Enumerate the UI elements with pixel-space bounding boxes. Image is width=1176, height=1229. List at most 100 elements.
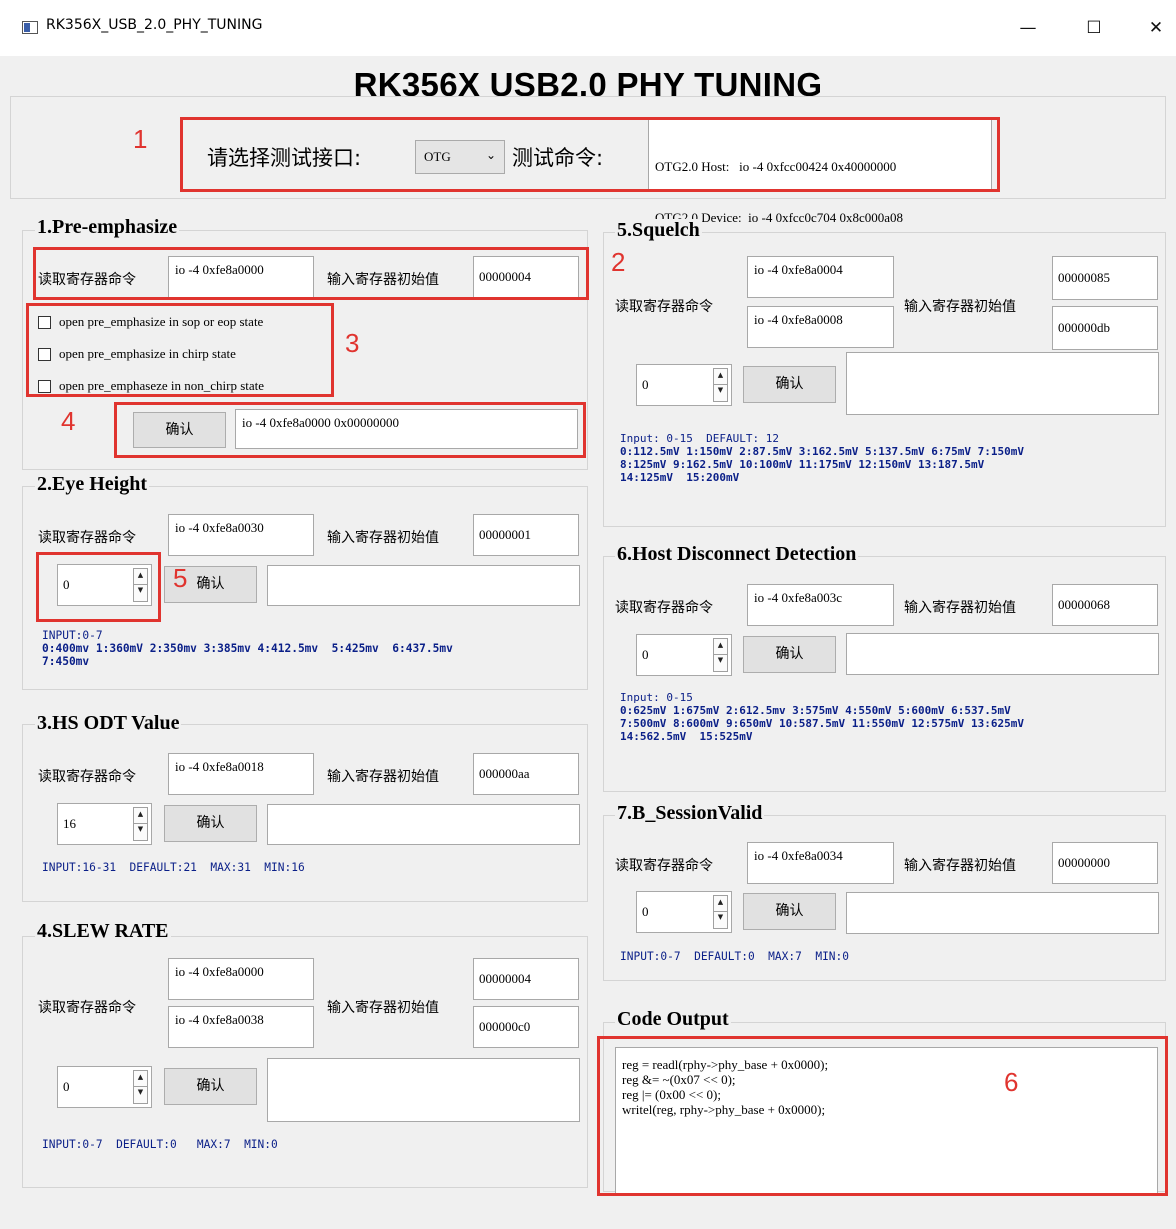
host-disconnect-init-value-field[interactable]: 00000068 bbox=[1052, 584, 1158, 626]
arrow-up-icon[interactable]: ▲ bbox=[134, 808, 147, 824]
test-command-device: OTG2.0 Device: io -4 0xfcc0c704 0x8c000a… bbox=[655, 210, 904, 225]
spinbox-arrows[interactable]: ▲ ▼ bbox=[133, 807, 148, 841]
read-cmd-label: 读取寄存器命令 bbox=[38, 1000, 136, 1016]
b-session-confirm-button[interactable]: 确认 bbox=[743, 893, 836, 930]
slew-rate-hint: INPUT:0-7 DEFAULT:0 MAX:7 MIN:0 bbox=[42, 1138, 278, 1151]
annotation-box-1 bbox=[180, 117, 1000, 192]
hint-line: 14:125mV 15:200mV bbox=[620, 471, 740, 484]
spinbox-value: 0 bbox=[642, 904, 649, 919]
init-value-label: 输入寄存器初始值 bbox=[327, 1000, 439, 1016]
eye-height-hint: INPUT:0-7 0:400mv 1:360mV 2:350mv 3:385mv… bbox=[42, 629, 453, 668]
b-session-output-field[interactable] bbox=[846, 892, 1159, 934]
annotation-number-5: 5 bbox=[173, 563, 188, 593]
squelch-title: 5.Squelch bbox=[615, 219, 702, 242]
annotation-box-5 bbox=[36, 552, 161, 622]
b-session-read-cmd-field[interactable]: io -4 0xfe8a0034 bbox=[747, 842, 894, 884]
eye-height-output-field[interactable] bbox=[267, 565, 580, 606]
arrow-down-icon[interactable]: ▼ bbox=[714, 385, 727, 401]
code-output-title: Code Output bbox=[615, 1008, 731, 1031]
squelch-confirm-button[interactable]: 确认 bbox=[743, 366, 836, 403]
eye-height-init-value-field[interactable]: 00000001 bbox=[473, 514, 579, 556]
annotation-number-2: 2 bbox=[611, 247, 626, 277]
close-button[interactable]: ✕ bbox=[1136, 12, 1176, 44]
squelch-hint: Input: 0-15 DEFAULT: 12 0:112.5mV 1:150mV… bbox=[620, 432, 1024, 484]
hs-odt-confirm-button[interactable]: 确认 bbox=[164, 805, 257, 842]
annotation-number-6: 6 bbox=[1004, 1067, 1019, 1097]
read-cmd-label: 读取寄存器命令 bbox=[38, 530, 136, 546]
squelch-init-value-field-1[interactable]: 00000085 bbox=[1052, 256, 1158, 300]
hs-odt-output-field[interactable] bbox=[267, 804, 580, 845]
init-value-label: 输入寄存器初始值 bbox=[904, 299, 1016, 315]
annotation-number-1: 1 bbox=[133, 124, 148, 154]
slew-rate-init-value-field-2[interactable]: 000000c0 bbox=[473, 1006, 579, 1048]
hint-line: Input: 0-15 DEFAULT: 12 bbox=[620, 432, 779, 445]
hs-odt-init-value-field[interactable]: 000000aa bbox=[473, 753, 579, 795]
hint-line: INPUT:0-7 bbox=[42, 629, 103, 642]
squelch-read-cmd-field-1[interactable]: io -4 0xfe8a0004 bbox=[747, 256, 894, 298]
b-session-title: 7.B_SessionValid bbox=[615, 802, 765, 825]
arrow-up-icon[interactable]: ▲ bbox=[714, 369, 727, 385]
init-value-label: 输入寄存器初始值 bbox=[904, 600, 1016, 616]
b-session-spinbox[interactable]: 0 ▲ ▼ bbox=[636, 891, 732, 933]
annotation-box-6 bbox=[597, 1036, 1168, 1196]
spinbox-arrows[interactable]: ▲ ▼ bbox=[713, 638, 728, 672]
window-title: RK356X_USB_2.0_PHY_TUNING bbox=[46, 17, 263, 33]
spinbox-value: 0 bbox=[642, 377, 649, 392]
slew-rate-read-cmd-field-2[interactable]: io -4 0xfe8a0038 bbox=[168, 1006, 314, 1048]
minimize-button[interactable]: — bbox=[1008, 12, 1048, 44]
read-cmd-label: 读取寄存器命令 bbox=[615, 299, 713, 315]
host-disconnect-spinbox[interactable]: 0 ▲ ▼ bbox=[636, 634, 732, 676]
spinbox-value: 0 bbox=[642, 647, 649, 662]
pre-emphasize-title: 1.Pre-emphasize bbox=[35, 216, 180, 239]
arrow-up-icon[interactable]: ▲ bbox=[134, 1071, 147, 1087]
hint-line: Input: 0-15 bbox=[620, 691, 693, 704]
init-value-label: 输入寄存器初始值 bbox=[904, 858, 1016, 874]
annotation-number-3: 3 bbox=[345, 328, 360, 358]
hint-line: 7:450mv bbox=[42, 655, 90, 668]
hint-line: 0:625mV 1:675mV 2:612.5mv 3:575mV 4:550m… bbox=[620, 704, 1011, 717]
squelch-init-value-field-2[interactable]: 000000db bbox=[1052, 306, 1158, 350]
read-cmd-label: 读取寄存器命令 bbox=[615, 858, 713, 874]
init-value-label: 输入寄存器初始值 bbox=[327, 769, 439, 785]
hs-odt-hint: INPUT:16-31 DEFAULT:21 MAX:31 MIN:16 bbox=[42, 861, 305, 874]
annotation-box-3 bbox=[26, 303, 334, 397]
arrow-down-icon[interactable]: ▼ bbox=[134, 1087, 147, 1103]
hint-line: 14:562.5mV 15:525mV bbox=[620, 730, 753, 743]
eye-height-title: 2.Eye Height bbox=[35, 473, 149, 496]
hint-line: 7:500mV 8:600mV 9:650mV 10:587.5mV 11:55… bbox=[620, 717, 1024, 730]
init-value-label: 输入寄存器初始值 bbox=[327, 530, 439, 546]
spinbox-arrows[interactable]: ▲ ▼ bbox=[133, 1070, 148, 1104]
hint-line: 0:400mv 1:360mV 2:350mv 3:385mv 4:412.5m… bbox=[42, 642, 453, 655]
arrow-down-icon[interactable]: ▼ bbox=[714, 655, 727, 671]
host-disconnect-read-cmd-field[interactable]: io -4 0xfe8a003c bbox=[747, 584, 894, 626]
arrow-up-icon[interactable]: ▲ bbox=[714, 639, 727, 655]
squelch-output-field[interactable] bbox=[846, 352, 1159, 415]
host-disconnect-output-field[interactable] bbox=[846, 633, 1159, 675]
maximize-button[interactable]: ☐ bbox=[1074, 12, 1114, 44]
squelch-read-cmd-field-2[interactable]: io -4 0xfe8a0008 bbox=[747, 306, 894, 348]
arrow-up-icon[interactable]: ▲ bbox=[714, 896, 727, 912]
spinbox-value: 16 bbox=[63, 816, 76, 831]
arrow-down-icon[interactable]: ▼ bbox=[134, 824, 147, 840]
squelch-spinbox[interactable]: 0 ▲ ▼ bbox=[636, 364, 732, 406]
host-disconnect-confirm-button[interactable]: 确认 bbox=[743, 636, 836, 673]
slew-rate-spinbox[interactable]: 0 ▲ ▼ bbox=[57, 1066, 152, 1108]
hint-line: 8:125mV 9:162.5mV 10:100mV 11:175mV 12:1… bbox=[620, 458, 985, 471]
hs-odt-spinbox[interactable]: 16 ▲ ▼ bbox=[57, 803, 152, 845]
arrow-down-icon[interactable]: ▼ bbox=[714, 912, 727, 928]
slew-rate-init-value-field-1[interactable]: 00000004 bbox=[473, 958, 579, 1000]
slew-rate-read-cmd-field-1[interactable]: io -4 0xfe8a0000 bbox=[168, 958, 314, 1000]
b-session-init-value-field[interactable]: 00000000 bbox=[1052, 842, 1158, 884]
spinbox-arrows[interactable]: ▲ ▼ bbox=[713, 368, 728, 402]
app-icon bbox=[22, 21, 38, 34]
eye-height-read-cmd-field[interactable]: io -4 0xfe8a0030 bbox=[168, 514, 314, 556]
slew-rate-confirm-button[interactable]: 确认 bbox=[164, 1068, 257, 1105]
hint-line: 0:112.5mV 1:150mV 2:87.5mV 3:162.5mV 5:1… bbox=[620, 445, 1024, 458]
host-disconnect-hint: Input: 0-15 0:625mV 1:675mV 2:612.5mv 3:5… bbox=[620, 691, 1024, 743]
spinbox-arrows[interactable]: ▲ ▼ bbox=[713, 895, 728, 929]
b-session-hint: INPUT:0-7 DEFAULT:0 MAX:7 MIN:0 bbox=[620, 950, 850, 963]
spinbox-value: 0 bbox=[63, 1079, 70, 1094]
slew-rate-output-field[interactable] bbox=[267, 1058, 580, 1122]
annotation-number-4: 4 bbox=[61, 406, 76, 436]
hs-odt-read-cmd-field[interactable]: io -4 0xfe8a0018 bbox=[168, 753, 314, 795]
